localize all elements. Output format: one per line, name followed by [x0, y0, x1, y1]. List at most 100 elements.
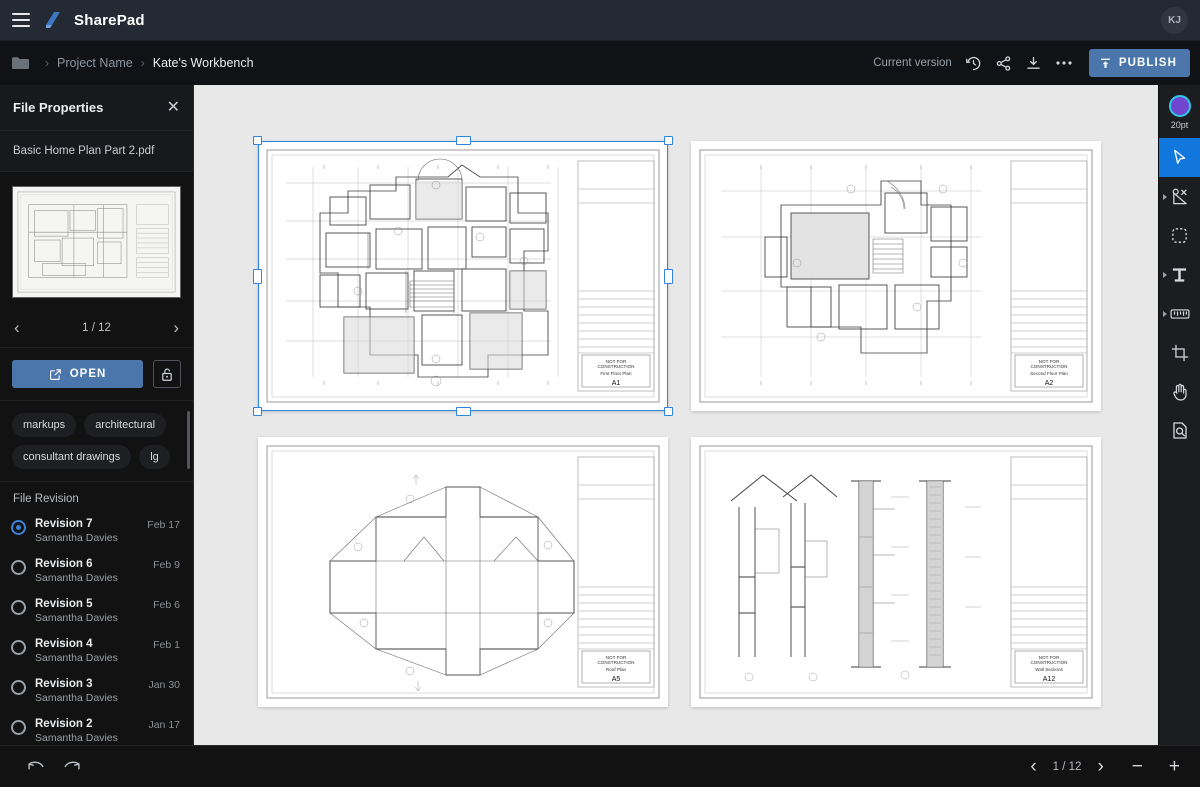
canvas-controls: ‹ 1 / 12 › − + [1030, 757, 1180, 776]
breadcrumb-item-workbench[interactable]: Kate's Workbench [153, 56, 254, 70]
revision-row[interactable]: Revision 4 Samantha Davies Feb 1 [0, 631, 193, 671]
tool-measure[interactable] [1159, 294, 1200, 333]
revision-row[interactable]: Revision 3 Samantha Davies Jan 30 [0, 671, 193, 711]
svg-text:CONSTRUCTION: CONSTRUCTION [1030, 364, 1067, 369]
open-external-icon [49, 368, 61, 380]
revision-radio[interactable] [11, 680, 26, 695]
thumbnail-next-button[interactable]: › [173, 319, 179, 336]
more-horizontal-icon[interactable] [1049, 48, 1079, 78]
revision-row[interactable]: Revision 6 Samantha Davies Feb 9 [0, 551, 193, 591]
file-actions: OPEN [0, 348, 193, 401]
tag-scrollbar[interactable] [187, 411, 190, 469]
resize-handle-se[interactable] [664, 407, 673, 416]
tool-cursor-arrow[interactable] [1158, 138, 1200, 177]
revision-radio[interactable] [11, 520, 26, 535]
breadcrumb-item-project[interactable]: Project Name [57, 56, 133, 70]
revision-radio[interactable] [11, 720, 26, 735]
revision-name: Revision 6 [35, 558, 93, 570]
share-icon[interactable] [989, 48, 1019, 78]
revision-radio[interactable] [11, 640, 26, 655]
revision-row[interactable]: Revision 5 Samantha Davies Feb 6 [0, 591, 193, 631]
bottom-bar: ‹ 1 / 12 › − + [0, 745, 1200, 787]
breadcrumb-separator-1: › [45, 56, 49, 70]
chevron-right-icon [1162, 271, 1167, 278]
revision-radio[interactable] [11, 560, 26, 575]
stroke-size-label: 20pt [1170, 120, 1189, 130]
revision-author: Samantha Davies [35, 532, 118, 544]
avatar[interactable]: KJ [1161, 7, 1188, 34]
revision-name: Revision 2 [35, 718, 93, 730]
svg-text:A2: A2 [1045, 380, 1054, 387]
svg-text:Wall Sections: Wall Sections [1035, 667, 1063, 672]
file-properties-panel: File Properties ✕ Basic Home Plan Part 2… [0, 85, 194, 745]
tag-chip[interactable]: lg [139, 445, 170, 469]
resize-handle-n[interactable] [456, 136, 471, 145]
close-icon[interactable]: ✕ [167, 99, 180, 116]
undo-icon[interactable] [26, 759, 46, 774]
tag-chip[interactable]: consultant drawings [12, 445, 132, 469]
folder-icon[interactable] [12, 56, 29, 70]
chevron-right-icon [1162, 193, 1167, 200]
unlocked-padlock-icon[interactable] [153, 360, 181, 388]
resize-handle-s[interactable] [456, 407, 471, 416]
svg-text:CONSTRUCTION: CONSTRUCTION [597, 660, 634, 665]
page-selection-frame [253, 136, 673, 416]
canvas-prev-page-button[interactable]: ‹ [1030, 757, 1036, 776]
revision-row[interactable]: Revision 7 Samantha Davies Feb 17 [0, 511, 193, 551]
redo-icon[interactable] [62, 759, 82, 774]
zoom-in-button[interactable]: + [1169, 757, 1180, 776]
shape-tools-icon [1172, 188, 1187, 205]
sheet-page-a5[interactable]: NOT FOR CONSTRUCTION Roof Plan A5 [258, 437, 668, 707]
tool-lasso-select[interactable] [1159, 216, 1200, 255]
selection-outline [258, 141, 668, 411]
publish-button[interactable]: PUBLISH [1088, 49, 1190, 77]
color-swatch-button[interactable]: 20pt [1168, 85, 1191, 138]
tag-chip[interactable]: architectural [84, 413, 167, 437]
tool-hand-pan[interactable] [1159, 372, 1200, 411]
resize-handle-sw[interactable] [253, 407, 262, 416]
open-button[interactable]: OPEN [12, 360, 143, 388]
download-icon[interactable] [1019, 48, 1049, 78]
revision-date: Jan 30 [148, 679, 180, 691]
document-canvas[interactable]: NOT FOR CONSTRUCTION First Floor Plan A1 [194, 85, 1158, 745]
resize-handle-ne[interactable] [664, 136, 673, 145]
history-clock-icon[interactable] [959, 48, 989, 78]
color-swatch-icon [1168, 95, 1191, 117]
svg-text:A5: A5 [612, 676, 621, 683]
breadcrumb-bar: › Project Name › Kate's Workbench Curren… [0, 41, 1200, 85]
tool-crop[interactable] [1159, 333, 1200, 372]
application-window: SharePad KJ › Project Name › Kate's Work… [0, 0, 1200, 787]
tool-text[interactable] [1159, 255, 1200, 294]
thumbnail-prev-button[interactable]: ‹ [14, 319, 20, 336]
thumbnail-page-label: 1 / 12 [82, 321, 111, 334]
history-controls [26, 759, 82, 774]
page-thumbnail[interactable] [12, 186, 181, 298]
tag-chip[interactable]: markups [12, 413, 77, 437]
revision-author: Samantha Davies [35, 732, 118, 744]
revision-author: Samantha Davies [35, 692, 118, 704]
app-title: SharePad [74, 11, 145, 29]
tool-shapes[interactable] [1159, 177, 1200, 216]
hand-pan-icon [1172, 383, 1187, 401]
canvas-page-label: 1 / 12 [1052, 760, 1082, 773]
open-label: OPEN [69, 368, 107, 380]
revision-author: Samantha Davies [35, 612, 118, 624]
revision-author: Samantha Davies [35, 652, 118, 664]
revision-date: Jan 17 [148, 719, 180, 731]
tool-document-search[interactable] [1159, 411, 1200, 450]
zoom-out-button[interactable]: − [1132, 757, 1143, 776]
sheet-page-a2[interactable]: NOT FOR CONSTRUCTION Second Floor Plan A… [691, 141, 1101, 411]
sheet-page-a12[interactable]: NOT FOR CONSTRUCTION Wall Sections A12 [691, 437, 1101, 707]
resize-handle-e[interactable] [664, 269, 673, 284]
file-revision-header: File Revision [13, 493, 79, 505]
revision-name: Revision 4 [35, 638, 93, 650]
svg-text:CONSTRUCTION: CONSTRUCTION [1030, 660, 1067, 665]
tag-list: markups architectural consultant drawing… [0, 401, 193, 482]
file-revision-list[interactable]: Revision 7 Samantha Davies Feb 17 Revisi… [0, 511, 193, 745]
resize-handle-nw[interactable] [253, 136, 262, 145]
hamburger-menu-icon[interactable] [12, 13, 30, 27]
resize-handle-w[interactable] [253, 269, 262, 284]
canvas-next-page-button[interactable]: › [1097, 757, 1103, 776]
revision-radio[interactable] [11, 600, 26, 615]
revision-row[interactable]: Revision 2 Samantha Davies Jan 17 [0, 711, 193, 745]
